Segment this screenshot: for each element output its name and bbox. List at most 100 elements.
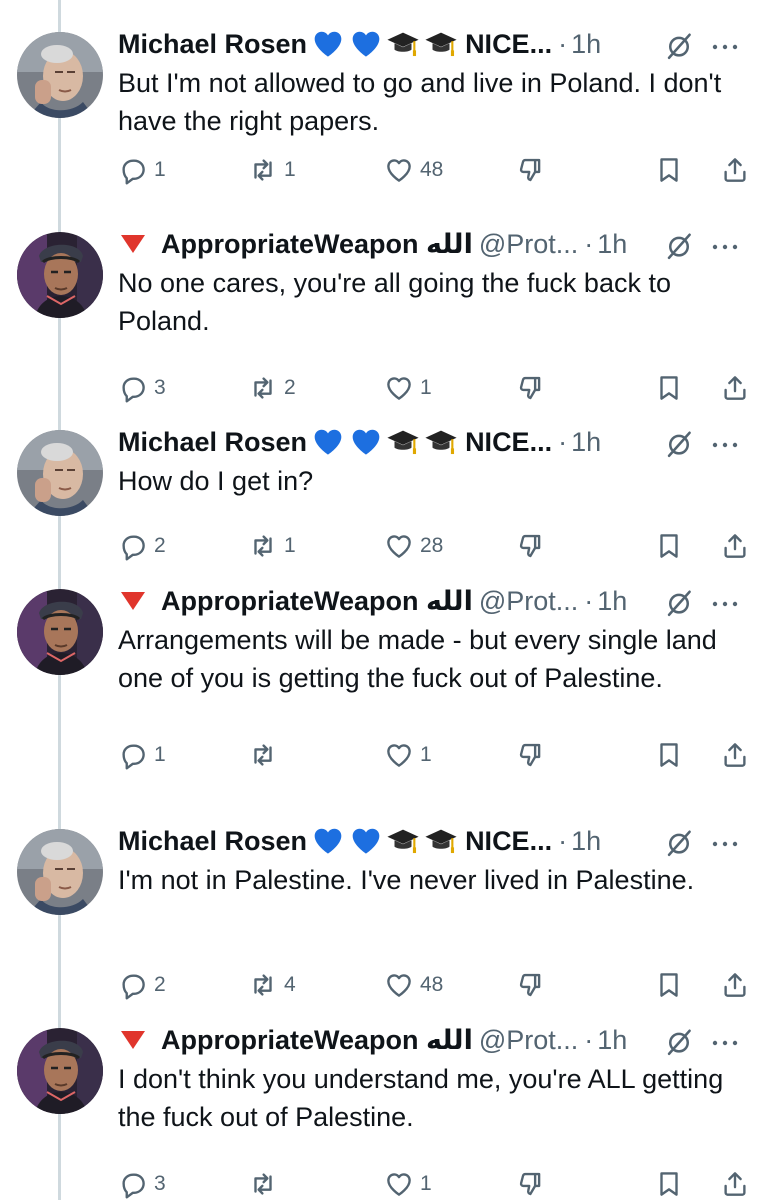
- reply-count: 3: [154, 376, 166, 399]
- share-button[interactable]: [720, 1169, 750, 1199]
- bookmark-button[interactable]: [654, 155, 684, 185]
- downvote-icon: [519, 743, 541, 767]
- author-handle[interactable]: @Prot...: [479, 229, 578, 260]
- grok-icon[interactable]: [664, 588, 694, 618]
- separator-dot: ·: [584, 585, 594, 616]
- repost-count: 1: [284, 534, 296, 557]
- bookmark-button[interactable]: [654, 740, 684, 770]
- author-handle[interactable]: @Prot...: [479, 1025, 578, 1056]
- heart-icon: [387, 1173, 411, 1196]
- tweet-text: But I'm not allowed to go and live in Po…: [118, 68, 722, 136]
- avatar[interactable]: [17, 589, 103, 675]
- reply-button[interactable]: 3: [118, 1169, 166, 1199]
- more-icon[interactable]: [712, 600, 738, 608]
- grok-icon[interactable]: [664, 231, 694, 261]
- more-icon[interactable]: [712, 43, 738, 51]
- timestamp[interactable]: 1h: [571, 826, 601, 857]
- like-count: 28: [420, 534, 444, 557]
- timestamp[interactable]: 1h: [571, 29, 601, 60]
- share-button[interactable]: [720, 740, 750, 770]
- author-name[interactable]: AppropriateWeapon الله: [161, 229, 473, 260]
- tweet[interactable]: AppropriateWeapon الله @Prot... · 1h Arrange…: [0, 557, 768, 770]
- author-name[interactable]: Michael Rosen: [118, 29, 307, 60]
- reply-button[interactable]: 1: [118, 740, 166, 770]
- author-name[interactable]: AppropriateWeapon الله: [161, 1025, 473, 1056]
- separator-dot: ·: [584, 1024, 594, 1055]
- repost-icon: [254, 744, 272, 766]
- avatar[interactable]: [17, 829, 103, 915]
- reply-icon: [122, 744, 145, 770]
- author-handle[interactable]: @Prot...: [479, 586, 578, 617]
- like-button[interactable]: 48: [384, 155, 443, 185]
- repost-icon: [254, 1173, 272, 1195]
- author-name-suffix[interactable]: NICE...: [465, 427, 552, 458]
- bookmark-icon: [660, 743, 678, 767]
- avatar[interactable]: [17, 430, 103, 516]
- grok-icon[interactable]: [664, 429, 694, 459]
- tweet-content: Michael Rosen NICE... · 1h But I'm not allow…: [118, 25, 758, 185]
- tweet-text: I'm not in Palestine. I've never lived i…: [118, 865, 695, 895]
- timestamp[interactable]: 1h: [597, 586, 627, 617]
- author-name-suffix[interactable]: NICE...: [465, 29, 552, 60]
- share-icon: [724, 743, 746, 767]
- tweet[interactable]: AppropriateWeapon الله @Prot... · 1h No one …: [0, 200, 768, 403]
- reply-count: 2: [154, 973, 166, 996]
- conversation-thread: Michael Rosen NICE... · 1h But I'm not allow…: [0, 0, 768, 1200]
- reply-icon: [122, 1173, 145, 1199]
- repost-icon: [254, 159, 272, 181]
- separator-dot: ·: [558, 28, 568, 59]
- tweet-content: AppropriateWeapon الله @Prot... · 1h Arrange…: [118, 582, 758, 770]
- separator-dot: ·: [584, 228, 594, 259]
- repost-button[interactable]: 1: [248, 155, 296, 185]
- tweet-text: I don't think you understand me, you're …: [118, 1064, 724, 1132]
- blue-heart-emoji-icon: [314, 31, 342, 57]
- repost-button[interactable]: [248, 740, 284, 770]
- tweet-text: Arrangements will be made - but every si…: [118, 625, 717, 693]
- tweet[interactable]: Michael Rosen NICE... · 1h But I'm not allow…: [0, 0, 768, 190]
- graduation-cap-emoji-icon: [425, 32, 457, 57]
- tweet-content: AppropriateWeapon الله @Prot... · 1h No one …: [118, 225, 758, 403]
- bookmark-icon: [660, 158, 678, 182]
- more-icon[interactable]: [712, 840, 738, 848]
- like-count: 48: [420, 973, 444, 996]
- more-icon[interactable]: [712, 243, 738, 251]
- grok-icon[interactable]: [664, 828, 694, 858]
- repost-button[interactable]: [248, 1169, 284, 1199]
- grok-icon[interactable]: [664, 1027, 694, 1057]
- separator-dot: ·: [558, 825, 568, 856]
- author-name-suffix[interactable]: NICE...: [465, 826, 552, 857]
- heart-icon: [387, 744, 411, 767]
- red-triangle-emoji-icon: [121, 1031, 145, 1049]
- tweet[interactable]: Michael Rosen NICE... · 1h I'm not in Palest…: [0, 797, 768, 1000]
- share-icon: [724, 1172, 746, 1196]
- bookmark-button[interactable]: [654, 1169, 684, 1199]
- avatar[interactable]: [17, 32, 103, 118]
- downvote-button[interactable]: [516, 1169, 546, 1199]
- timestamp[interactable]: 1h: [597, 229, 627, 260]
- share-icon: [724, 158, 746, 182]
- more-icon[interactable]: [712, 441, 738, 449]
- timestamp[interactable]: 1h: [597, 1025, 627, 1056]
- tweet[interactable]: AppropriateWeapon الله @Prot... · 1h I don't…: [0, 996, 768, 1199]
- avatar[interactable]: [17, 232, 103, 318]
- like-button[interactable]: 1: [384, 1169, 432, 1199]
- author-name[interactable]: Michael Rosen: [118, 427, 307, 458]
- red-triangle-emoji-icon: [121, 235, 145, 253]
- downvote-button[interactable]: [516, 155, 546, 185]
- tweet-actions: 1 1 48: [118, 155, 758, 191]
- red-triangle-emoji-icon: [121, 592, 145, 610]
- blue-heart-emoji-icon: [352, 31, 380, 57]
- more-icon[interactable]: [712, 1039, 738, 1047]
- share-button[interactable]: [720, 155, 750, 185]
- author-name[interactable]: Michael Rosen: [118, 826, 307, 857]
- downvote-button[interactable]: [516, 740, 546, 770]
- author-name[interactable]: AppropriateWeapon الله: [161, 586, 473, 617]
- reply-count: 2: [154, 534, 166, 557]
- like-button[interactable]: 1: [384, 740, 432, 770]
- separator-dot: ·: [558, 426, 568, 457]
- timestamp[interactable]: 1h: [571, 427, 601, 458]
- like-count: 1: [420, 1172, 432, 1195]
- grok-icon[interactable]: [664, 31, 694, 61]
- reply-button[interactable]: 1: [118, 155, 166, 185]
- avatar[interactable]: [17, 1028, 103, 1114]
